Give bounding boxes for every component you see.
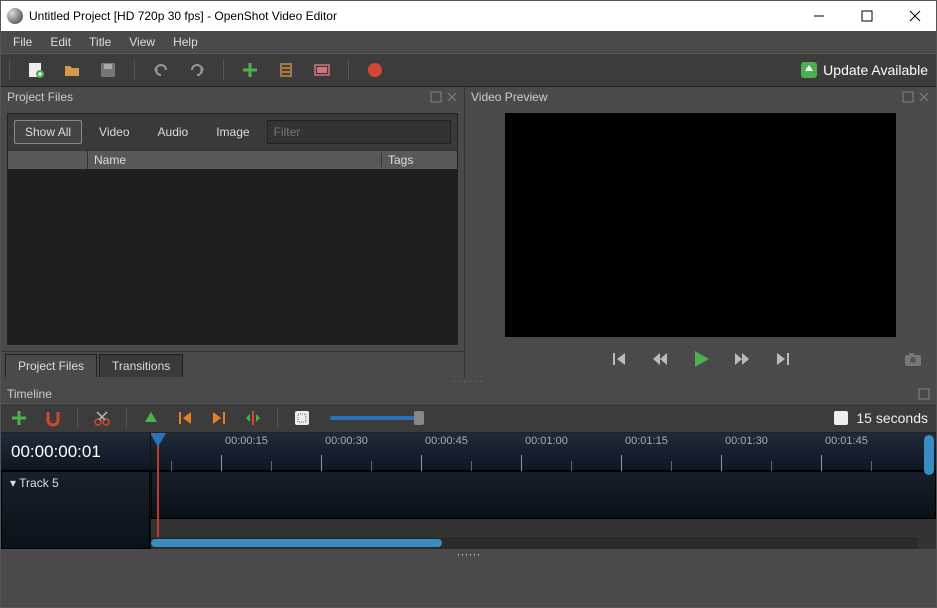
save-project-icon[interactable] bbox=[98, 60, 118, 80]
profile-icon[interactable] bbox=[276, 60, 296, 80]
separator bbox=[348, 60, 349, 80]
track-row[interactable] bbox=[151, 471, 936, 519]
maximize-button[interactable] bbox=[852, 6, 882, 26]
add-track-icon[interactable] bbox=[9, 408, 29, 428]
undock-icon[interactable] bbox=[902, 91, 914, 103]
vertical-scrollbar[interactable] bbox=[922, 433, 936, 537]
separator bbox=[277, 408, 278, 428]
separator bbox=[223, 60, 224, 80]
project-files-title: Project Files bbox=[7, 90, 73, 104]
separator bbox=[126, 408, 127, 428]
separator bbox=[77, 408, 78, 428]
column-tags[interactable]: Tags bbox=[382, 153, 457, 167]
new-project-icon[interactable] bbox=[26, 60, 46, 80]
redo-icon[interactable] bbox=[187, 60, 207, 80]
horizontal-splitter[interactable]: ······ bbox=[1, 377, 936, 385]
undo-icon[interactable] bbox=[151, 60, 171, 80]
timeline-title: Timeline bbox=[7, 387, 52, 401]
horizontal-scrollbar[interactable] bbox=[151, 537, 918, 549]
filter-tab-video[interactable]: Video bbox=[88, 120, 140, 144]
zoom-slider[interactable] bbox=[330, 416, 420, 420]
filter-tab-audio[interactable]: Audio bbox=[147, 120, 200, 144]
update-arrow-icon bbox=[801, 62, 817, 78]
undock-icon[interactable] bbox=[430, 91, 442, 103]
titlebar: Untitled Project [HD 720p 30 fps] - Open… bbox=[1, 1, 936, 31]
center-playhead-icon[interactable] bbox=[243, 408, 263, 428]
zoom-tool-icon[interactable] bbox=[292, 408, 312, 428]
track-name: Track 5 bbox=[19, 476, 59, 490]
filter-input[interactable] bbox=[267, 120, 451, 144]
close-panel-icon[interactable] bbox=[446, 91, 458, 103]
column-name[interactable]: Name bbox=[88, 153, 382, 167]
open-project-icon[interactable] bbox=[62, 60, 82, 80]
filter-tab-show-all[interactable]: Show All bbox=[14, 120, 82, 144]
filter-tab-image[interactable]: Image bbox=[205, 120, 260, 144]
timeline-body: 00:00:00:01 ▾ Track 5 00:00:1500:00:3000… bbox=[1, 433, 936, 549]
bottom-tab-project-files[interactable]: Project Files bbox=[5, 354, 97, 377]
fullscreen-icon[interactable] bbox=[312, 60, 332, 80]
play-icon[interactable] bbox=[691, 349, 711, 372]
undock-icon[interactable] bbox=[918, 388, 930, 400]
separator bbox=[134, 60, 135, 80]
zoom-scale-icon bbox=[834, 411, 848, 425]
snapshot-icon[interactable] bbox=[904, 351, 922, 370]
snap-icon[interactable] bbox=[43, 408, 63, 428]
grip-dots-icon: ······ bbox=[457, 547, 481, 561]
menu-view[interactable]: View bbox=[121, 33, 163, 51]
project-files-columns: Name Tags bbox=[8, 150, 457, 170]
app-logo-icon bbox=[7, 8, 23, 24]
video-preview-canvas[interactable] bbox=[505, 113, 896, 337]
menu-help[interactable]: Help bbox=[165, 33, 206, 51]
close-panel-icon[interactable] bbox=[918, 91, 930, 103]
update-label: Update Available bbox=[823, 62, 928, 78]
jump-start-icon[interactable] bbox=[611, 350, 629, 371]
add-marker-icon[interactable] bbox=[141, 408, 161, 428]
menu-title[interactable]: Title bbox=[81, 33, 119, 51]
zoom-label: 15 seconds bbox=[856, 410, 928, 426]
bottom-tab-transitions[interactable]: Transitions bbox=[99, 354, 183, 377]
main-toolbar: Update Available bbox=[1, 53, 936, 87]
next-marker-icon[interactable] bbox=[209, 408, 229, 428]
timeline-panel-header: Timeline bbox=[1, 385, 936, 403]
track-header[interactable]: ▾ Track 5 bbox=[1, 471, 150, 549]
minimize-button[interactable] bbox=[804, 6, 834, 26]
timecode-display[interactable]: 00:00:00:01 bbox=[1, 433, 150, 471]
timeline-toolbar: 15 seconds bbox=[1, 403, 936, 433]
playhead[interactable] bbox=[157, 433, 159, 549]
fast-forward-icon[interactable] bbox=[733, 350, 751, 371]
export-video-icon[interactable] bbox=[365, 60, 385, 80]
window-title: Untitled Project [HD 720p 30 fps] - Open… bbox=[29, 9, 804, 23]
video-preview-title: Video Preview bbox=[471, 90, 548, 104]
menu-edit[interactable]: Edit bbox=[42, 33, 79, 51]
track-chevron-icon: ▾ bbox=[10, 476, 19, 490]
razor-icon[interactable] bbox=[92, 408, 112, 428]
prev-marker-icon[interactable] bbox=[175, 408, 195, 428]
menu-bar: File Edit Title View Help bbox=[1, 31, 936, 53]
project-files-panel-header: Project Files bbox=[1, 87, 464, 107]
separator bbox=[9, 60, 10, 80]
update-available-button[interactable]: Update Available bbox=[801, 62, 928, 78]
menu-file[interactable]: File bbox=[5, 33, 40, 51]
timeline-ruler[interactable]: 00:00:1500:00:3000:00:4500:01:0000:01:15… bbox=[151, 433, 936, 471]
video-preview-header: Video Preview bbox=[465, 87, 936, 107]
close-button[interactable] bbox=[900, 6, 930, 26]
rewind-icon[interactable] bbox=[651, 350, 669, 371]
column-thumbnail[interactable] bbox=[8, 151, 88, 169]
jump-end-icon[interactable] bbox=[773, 350, 791, 371]
import-files-icon[interactable] bbox=[240, 60, 260, 80]
project-files-list[interactable] bbox=[8, 170, 457, 344]
